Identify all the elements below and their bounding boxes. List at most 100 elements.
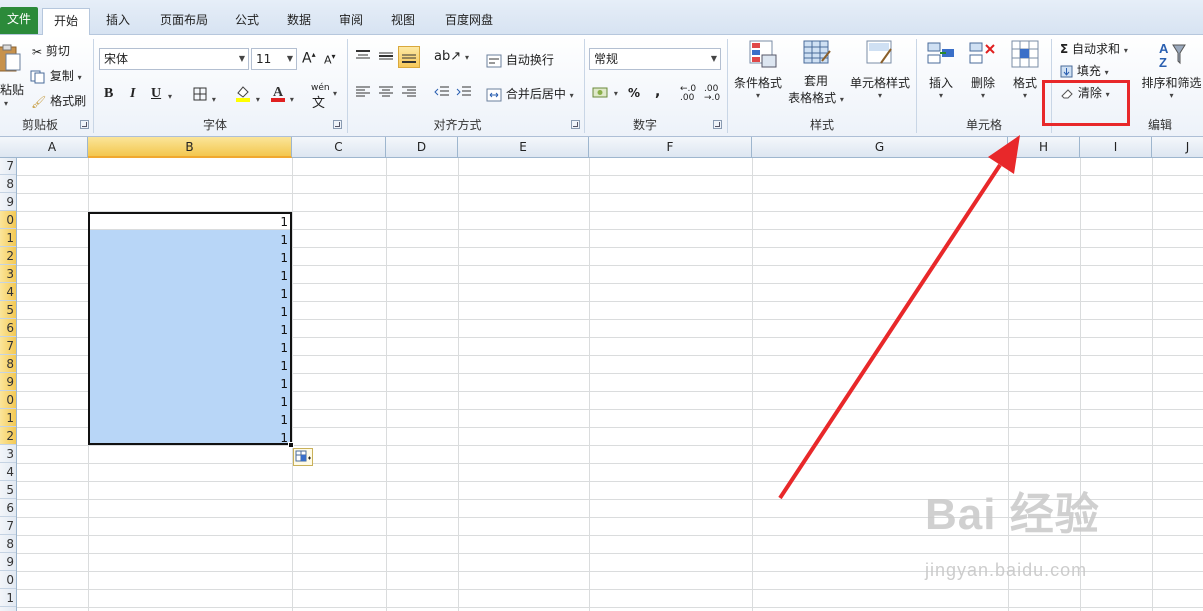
row-header[interactable]: 8 <box>0 175 16 193</box>
align-top-button[interactable] <box>355 49 371 66</box>
column-header-e[interactable]: E <box>458 137 589 158</box>
number-group-label: 数字 <box>632 118 657 132</box>
fill-button[interactable]: 填充 ▾ <box>1060 62 1109 79</box>
column-header-c[interactable]: C <box>292 137 386 158</box>
decrease-decimal-icon: .00 →.0 <box>704 84 721 103</box>
row-header[interactable]: 5 <box>0 301 16 319</box>
row-header[interactable]: 3 <box>0 265 16 283</box>
orientation-button[interactable]: ab↗ ▾ <box>434 49 469 64</box>
row-header[interactable]: 9 <box>0 373 16 391</box>
column-header-i[interactable]: I <box>1080 137 1152 158</box>
accounting-format-button[interactable]: ▾ <box>592 85 618 100</box>
align-middle-button[interactable] <box>378 49 394 66</box>
format-as-table-label-2: 表格格式 <box>788 91 837 105</box>
row-header[interactable]: 8 <box>0 355 16 373</box>
comma-style-button[interactable]: , <box>655 84 660 100</box>
row-header[interactable]: 7 <box>0 337 16 355</box>
tab-insert[interactable]: 插入 <box>96 8 140 35</box>
conditional-format-label: 条件格式 <box>733 76 782 90</box>
tab-formulas[interactable]: 公式 <box>226 8 268 35</box>
tab-home[interactable]: 开始 <box>42 8 90 36</box>
row-header[interactable]: 6 <box>0 319 16 337</box>
merge-center-button[interactable]: 合并后居中 ▾ <box>486 85 574 102</box>
column-header-a[interactable]: A <box>17 137 88 158</box>
wrap-text-button[interactable]: 自动换行 <box>486 51 554 68</box>
row-header[interactable]: 1 <box>0 409 16 427</box>
row-header[interactable]: 6 <box>0 499 16 517</box>
cut-button[interactable]: ✂ 剪切 <box>32 42 70 59</box>
insert-cells-button[interactable]: 插入 ▾ <box>922 39 960 113</box>
align-bottom-button[interactable] <box>398 46 420 68</box>
bold-button[interactable]: B <box>104 86 113 102</box>
number-launcher-icon[interactable] <box>713 120 722 129</box>
format-as-table-button[interactable]: 套用 表格格式 ▾ <box>786 39 846 113</box>
row-header[interactable]: 5 <box>0 481 16 499</box>
auto-fill-options-button[interactable] <box>293 448 313 466</box>
row-header[interactable]: 1 <box>0 589 16 607</box>
column-header-g[interactable]: G <box>752 137 1008 158</box>
column-header-b[interactable]: B <box>88 137 292 158</box>
selected-range[interactable] <box>88 212 292 445</box>
copy-button[interactable]: 复制 ▾ <box>30 67 82 84</box>
sort-filter-button[interactable]: A Z 排序和筛选 ▾ <box>1140 39 1203 113</box>
fill-color-button[interactable]: ▾ <box>234 84 260 105</box>
row-header[interactable]: 7 <box>0 158 16 175</box>
decrease-decimal-button[interactable]: .00 →.0 <box>704 85 720 103</box>
increase-decimal-button[interactable]: ←.0.00 <box>680 85 696 103</box>
underline-button[interactable]: U <box>151 86 161 102</box>
tab-review[interactable]: 审阅 <box>330 8 372 35</box>
format-painter-button[interactable]: 🖌 格式刷 <box>31 92 86 109</box>
format-painter-label: 格式刷 <box>50 94 87 108</box>
clipboard-icon <box>0 44 21 72</box>
column-header-h[interactable]: H <box>1008 137 1080 158</box>
tab-view[interactable]: 视图 <box>382 8 424 35</box>
number-format-dropdown[interactable]: 常规 ▼ <box>589 48 721 70</box>
format-cells-button[interactable]: 格式 ▾ <box>1006 39 1044 113</box>
percent-style-button[interactable]: % <box>628 86 640 100</box>
font-name-dropdown[interactable]: 宋体 ▼ <box>99 48 249 70</box>
row-header[interactable]: 9 <box>0 553 16 571</box>
row-header[interactable]: 0 <box>0 571 16 589</box>
font-size-dropdown[interactable]: 11 ▼ <box>251 48 297 70</box>
column-header-j[interactable]: J <box>1152 137 1203 158</box>
delete-cells-button[interactable]: 删除 ▾ <box>964 39 1002 113</box>
phonetic-icon: 文 <box>312 96 326 111</box>
row-header[interactable]: 8 <box>0 535 16 553</box>
cell-styles-button[interactable]: 单元格样式 ▾ <box>848 39 912 113</box>
row-header[interactable]: 3 <box>0 445 16 463</box>
font-launcher-icon[interactable] <box>333 120 342 129</box>
alignment-launcher-icon[interactable] <box>571 120 580 129</box>
shrink-font-button[interactable]: A▾ <box>324 52 336 67</box>
align-left-button[interactable] <box>355 85 371 102</box>
row-header[interactable]: 0 <box>0 211 16 229</box>
baidu-watermark: Bai 经验 jingyan.baidu.com <box>925 478 1185 598</box>
autosum-button[interactable]: Σ 自动求和 ▾ <box>1060 40 1128 57</box>
row-header[interactable]: 0 <box>0 391 16 409</box>
paste-button[interactable]: 粘贴 ▾ <box>0 43 24 108</box>
row-header[interactable]: 9 <box>0 193 16 211</box>
clipboard-launcher-icon[interactable] <box>80 120 89 129</box>
column-header-f[interactable]: F <box>589 137 752 158</box>
decrease-indent-button[interactable] <box>434 85 450 102</box>
font-color-button[interactable]: A ▾ <box>270 84 294 105</box>
italic-button[interactable]: I <box>130 86 135 102</box>
row-header[interactable]: 1 <box>0 229 16 247</box>
conditional-format-button[interactable]: 条件格式 ▾ <box>733 39 783 113</box>
row-header[interactable]: 4 <box>0 283 16 301</box>
borders-button[interactable]: ▾ <box>192 86 216 105</box>
tab-file[interactable]: 文件 <box>0 7 38 34</box>
align-center-button[interactable] <box>378 85 394 102</box>
row-header[interactable]: 2 <box>0 247 16 265</box>
sort-filter-label: 排序和筛选 <box>1141 76 1202 90</box>
tab-page-layout[interactable]: 页面布局 <box>151 8 217 35</box>
tab-data[interactable]: 数据 <box>278 8 320 35</box>
grow-font-button[interactable]: A▴ <box>302 50 316 67</box>
row-header[interactable]: 7 <box>0 517 16 535</box>
align-right-button[interactable] <box>401 85 417 102</box>
underline-dropdown[interactable]: ▾ <box>168 88 172 102</box>
increase-indent-button[interactable] <box>456 85 472 102</box>
row-header[interactable]: 2 <box>0 427 16 445</box>
tab-baidu-netdisk[interactable]: 百度网盘 <box>436 8 502 35</box>
column-header-d[interactable]: D <box>386 137 458 158</box>
row-header[interactable]: 4 <box>0 463 16 481</box>
